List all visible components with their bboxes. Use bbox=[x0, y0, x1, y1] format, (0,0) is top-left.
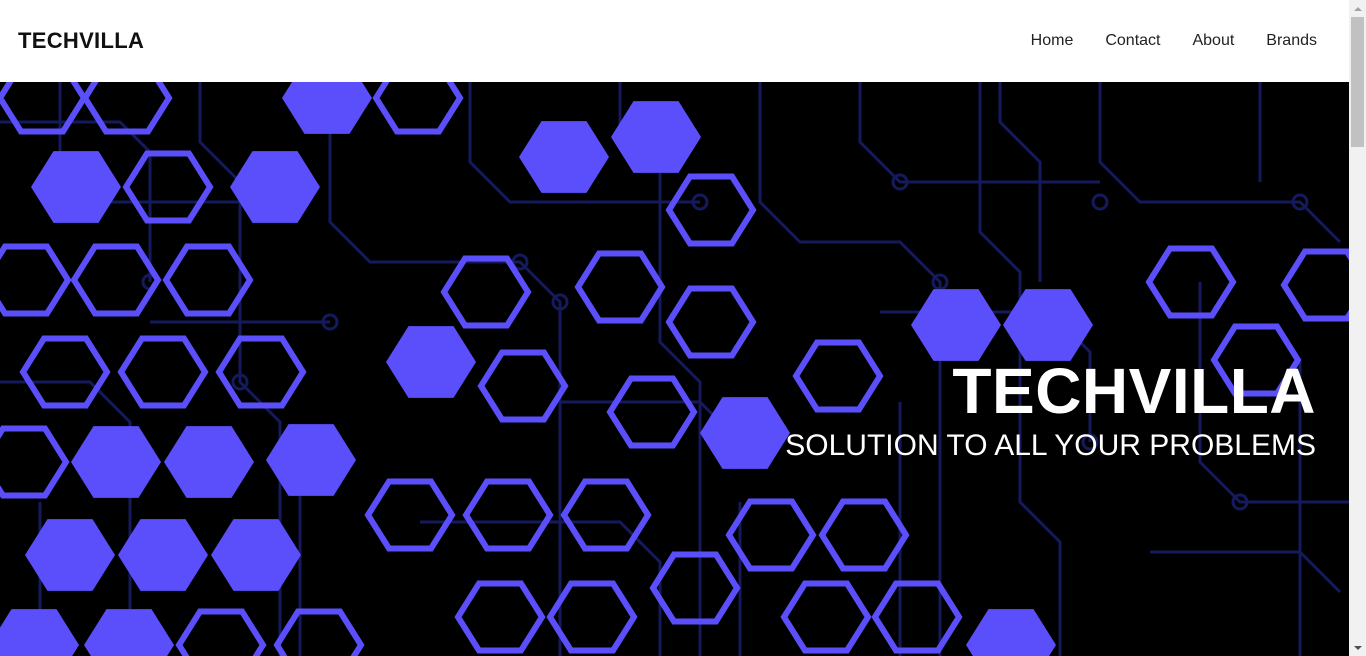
scrollbar-thumb[interactable] bbox=[1351, 17, 1364, 147]
outline-hexagon bbox=[162, 243, 254, 317]
hero-text: TECHVILLA SOLUTION TO ALL YOUR PROBLEMS bbox=[785, 359, 1316, 461]
outline-hexagon bbox=[440, 255, 532, 329]
hero-subtitle: SOLUTION TO ALL YOUR PROBLEMS bbox=[785, 429, 1316, 462]
circuit-node bbox=[1091, 193, 1109, 211]
circuit-trace bbox=[1098, 82, 1342, 244]
outline-hexagon bbox=[215, 335, 307, 409]
outline-hexagon bbox=[1145, 245, 1237, 319]
nav-link-home[interactable]: Home bbox=[1031, 32, 1074, 50]
nav-link-contact[interactable]: Contact bbox=[1105, 32, 1160, 50]
outline-hexagon bbox=[871, 580, 963, 654]
filled-hexagon bbox=[31, 151, 121, 223]
vertical-scrollbar[interactable] bbox=[1349, 0, 1366, 656]
outline-hexagon bbox=[546, 580, 638, 654]
outline-hexagon bbox=[574, 250, 666, 324]
outline-hexagon bbox=[462, 478, 554, 552]
outline-hexagon bbox=[665, 173, 757, 247]
hero-banner: TECHVILLA SOLUTION TO ALL YOUR PROBLEMS bbox=[0, 82, 1349, 656]
outline-hexagon bbox=[273, 608, 365, 656]
filled-hexagon bbox=[911, 289, 1001, 361]
filled-hexagon bbox=[519, 121, 609, 193]
outline-hexagon bbox=[649, 551, 741, 625]
outline-hexagon bbox=[372, 82, 464, 135]
nav-link-brands[interactable]: Brands bbox=[1266, 32, 1317, 50]
outline-hexagon bbox=[364, 478, 456, 552]
brand-logo-link[interactable]: TECHVILLA bbox=[18, 28, 144, 54]
outline-hexagon bbox=[606, 375, 698, 449]
filled-hexagon bbox=[966, 609, 1056, 656]
circuit-trace bbox=[1150, 550, 1342, 594]
outline-hexagon bbox=[122, 150, 214, 224]
outline-hexagon bbox=[560, 478, 652, 552]
filled-hexagon bbox=[1003, 289, 1093, 361]
scroll-up-arrow-icon[interactable] bbox=[1349, 0, 1366, 17]
outline-hexagon bbox=[477, 349, 569, 423]
filled-hexagon bbox=[71, 426, 161, 498]
nav-link-about[interactable]: About bbox=[1192, 32, 1234, 50]
outline-hexagon bbox=[780, 580, 872, 654]
outline-hexagon bbox=[81, 82, 173, 135]
nav-links: Home Contact About Brands bbox=[999, 32, 1317, 50]
outline-hexagon bbox=[0, 425, 70, 499]
scroll-down-arrow-icon[interactable] bbox=[1349, 639, 1366, 656]
filled-hexagon bbox=[700, 397, 790, 469]
filled-hexagon bbox=[611, 101, 701, 173]
outline-hexagon bbox=[454, 580, 546, 654]
outline-hexagon bbox=[117, 335, 209, 409]
filled-hexagon bbox=[282, 82, 372, 134]
filled-hexagon bbox=[164, 426, 254, 498]
filled-hexagon bbox=[211, 519, 301, 591]
filled-hexagon bbox=[386, 326, 476, 398]
outline-hexagon bbox=[0, 82, 88, 135]
outline-hexagon bbox=[818, 498, 910, 572]
outline-hexagon bbox=[0, 243, 72, 317]
outline-hexagon bbox=[665, 285, 757, 359]
filled-hexagon bbox=[0, 609, 79, 656]
outline-hexagon bbox=[725, 498, 817, 572]
outline-hexagon bbox=[19, 335, 111, 409]
outline-hexagon bbox=[70, 243, 162, 317]
top-navbar: TECHVILLA Home Contact About Brands bbox=[0, 0, 1349, 82]
hero-title: TECHVILLA bbox=[952, 355, 1316, 427]
filled-hexagon bbox=[84, 609, 174, 656]
outline-hexagon bbox=[1280, 248, 1349, 322]
filled-hexagon bbox=[230, 151, 320, 223]
outline-hexagon bbox=[175, 608, 267, 656]
